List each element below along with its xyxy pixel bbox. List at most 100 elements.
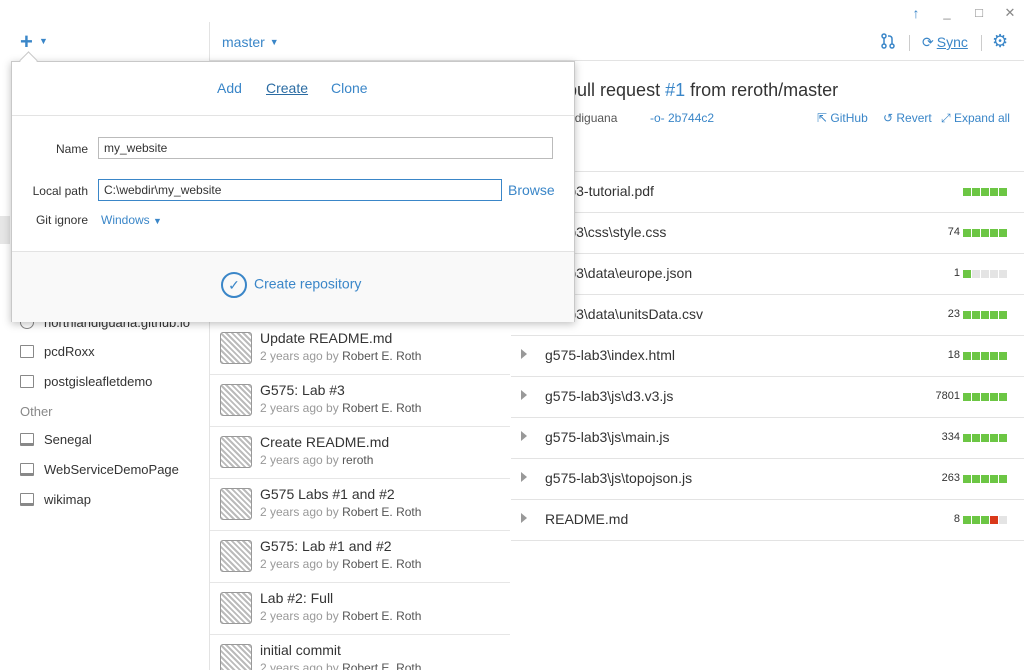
sidebar-item-webservicedemopage[interactable]: WebServiceDemoPage — [20, 459, 179, 481]
expand-triangle-icon[interactable] — [521, 513, 527, 523]
sidebar-section-other: Other — [20, 404, 53, 419]
commit-list-item[interactable]: G575: Lab #3 2 years ago by Robert E. Ro… — [210, 374, 510, 427]
commit-author: Robert E. Roth — [342, 401, 422, 415]
sidebar-item-senegal[interactable]: Senegal — [20, 429, 92, 451]
commit-title: Create README.md — [260, 434, 390, 450]
expand-triangle-icon[interactable] — [521, 390, 527, 400]
commit-meta: 2 years ago by Robert E. Roth — [260, 609, 422, 623]
diffstat-bar — [963, 393, 1007, 401]
external-link-icon: ⇱ — [817, 111, 831, 125]
expand-icon: ⤢ — [941, 111, 954, 125]
change-count: 18 — [947, 349, 960, 361]
diffstat-block — [990, 393, 998, 401]
pull-request-icon[interactable] — [881, 33, 895, 53]
chevron-down-icon: ▼ — [269, 37, 279, 47]
changed-file-row[interactable]: g575-lab3\js\topojson.js 263 — [511, 459, 1024, 500]
repository-name-input[interactable] — [98, 137, 553, 159]
tab-add[interactable]: Add — [217, 80, 242, 96]
changed-file-row[interactable]: 5-lab3\data\europe.json 1 — [511, 254, 1024, 295]
git-ignore-label: Git ignore — [35, 213, 88, 227]
branch-selector[interactable]: master ▼ — [222, 34, 279, 50]
diffstat-block — [990, 270, 998, 278]
avatar — [220, 644, 252, 670]
commit-list-item[interactable]: Lab #2: Full 2 years ago by Robert E. Ro… — [210, 582, 510, 635]
diffstat-block — [963, 516, 971, 524]
changed-file-row[interactable]: g575-lab3\index.html 18 — [511, 336, 1024, 377]
avatar — [220, 384, 252, 416]
diffstat-block — [999, 352, 1007, 360]
commit-list-item[interactable]: initial commit 2 years ago by Robert E. … — [210, 634, 510, 670]
changed-file-row[interactable]: g575-lab3\js\d3.v3.js 7801 — [511, 377, 1024, 418]
diffstat-block — [990, 434, 998, 442]
commit-meta: 2 years ago by Robert E. Roth — [260, 349, 422, 363]
publish-up-arrow-icon[interactable]: ↑ — [906, 4, 926, 22]
sidebar-item-pcdroxx[interactable]: pcdRoxx — [20, 341, 95, 363]
expand-triangle-icon[interactable] — [521, 472, 527, 482]
commit-author: Robert E. Roth — [342, 557, 422, 571]
chevron-down-icon[interactable]: ▼ — [39, 36, 48, 46]
change-count: 1 — [953, 267, 960, 279]
file-name: g575-lab3\index.html — [545, 347, 675, 363]
diffstat-block — [963, 393, 971, 401]
expand-triangle-icon[interactable] — [521, 349, 527, 359]
diffstat-block — [999, 188, 1007, 196]
chevron-down-icon: ▼ — [153, 216, 162, 226]
commit-meta: 2 years ago by Robert E. Roth — [260, 505, 422, 519]
diffstat-block — [963, 188, 971, 196]
changed-file-row[interactable]: 5-lab3\data\unitsData.csv 23 — [511, 295, 1024, 336]
sidebar-item-wikimap[interactable]: wikimap — [20, 489, 91, 511]
toolbar-separator — [981, 35, 982, 51]
avatar — [220, 332, 252, 364]
title-bar: ↑ _ □ ✕ — [0, 0, 1024, 60]
commit-list-item[interactable]: G575: Lab #1 and #2 2 years ago by Rober… — [210, 530, 510, 583]
tab-clone[interactable]: Clone — [331, 80, 368, 96]
change-count: 334 — [941, 431, 960, 443]
changed-file-row[interactable]: 5-lab3\css\style.css 74 — [511, 213, 1024, 254]
sidebar-item-postgisleafletdemo[interactable]: postgisleafletdemo — [20, 371, 152, 393]
local-path-input[interactable] — [98, 179, 502, 201]
sync-label: Sync — [936, 34, 968, 50]
minimize-icon[interactable]: _ — [937, 4, 957, 22]
commit-list-item[interactable]: Create README.md 2 years ago by reroth — [210, 426, 510, 479]
maximize-icon[interactable]: □ — [969, 4, 989, 22]
checkmark-icon: ✓ — [221, 272, 247, 298]
diffstat-block — [963, 434, 971, 442]
changed-file-row[interactable]: 5-lab3-tutorial.pdf — [511, 172, 1024, 213]
commit-list-item[interactable]: Update README.md 2 years ago by Robert E… — [210, 322, 510, 375]
changed-file-row[interactable]: g575-lab3\js\main.js 334 — [511, 418, 1024, 459]
commit-list-item[interactable]: G575 Labs #1 and #2 2 years ago by Rober… — [210, 478, 510, 531]
changed-file-row[interactable]: README.md 8 — [511, 500, 1024, 541]
diffstat-block — [981, 270, 989, 278]
diffstat-block — [972, 270, 980, 278]
create-repository-button[interactable]: ✓ Create repository — [221, 272, 361, 302]
diffstat-block — [981, 311, 989, 319]
diffstat-block — [963, 311, 971, 319]
computer-icon — [20, 433, 34, 446]
gear-icon[interactable]: ⚙ — [992, 31, 1008, 52]
browse-button[interactable]: Browse — [508, 182, 555, 198]
commit-title: G575: Lab #3 — [260, 382, 345, 398]
diffstat-block — [972, 229, 980, 237]
diffstat-block — [972, 393, 980, 401]
add-repository-plus-icon[interactable]: + — [20, 31, 33, 53]
diffstat-bar — [963, 311, 1007, 319]
diffstat-block — [963, 229, 971, 237]
diffstat-block — [981, 475, 989, 483]
change-count: 7801 — [935, 390, 960, 402]
git-ignore-dropdown[interactable]: Windows ▼ — [101, 213, 162, 227]
view-on-github-button[interactable]: ⇱ GitHub — [817, 111, 868, 125]
change-count: 8 — [953, 513, 960, 525]
change-count: 74 — [947, 226, 960, 238]
sidebar-item-label: Senegal — [44, 432, 92, 447]
computer-icon — [20, 493, 34, 506]
sync-button[interactable]: ⟳ Sync — [922, 34, 968, 51]
commit-sha[interactable]: -o- 2b744c2 — [650, 111, 714, 125]
expand-all-button[interactable]: ⤢ Expand all — [941, 111, 1010, 126]
commit-title: G575: Lab #1 and #2 — [260, 538, 392, 554]
diffstat-block — [981, 516, 989, 524]
pull-request-link[interactable]: #1 — [665, 80, 685, 100]
expand-triangle-icon[interactable] — [521, 431, 527, 441]
revert-button[interactable]: ↺ Revert — [883, 111, 932, 125]
close-icon[interactable]: ✕ — [1000, 4, 1020, 22]
tab-create[interactable]: Create — [266, 80, 308, 96]
